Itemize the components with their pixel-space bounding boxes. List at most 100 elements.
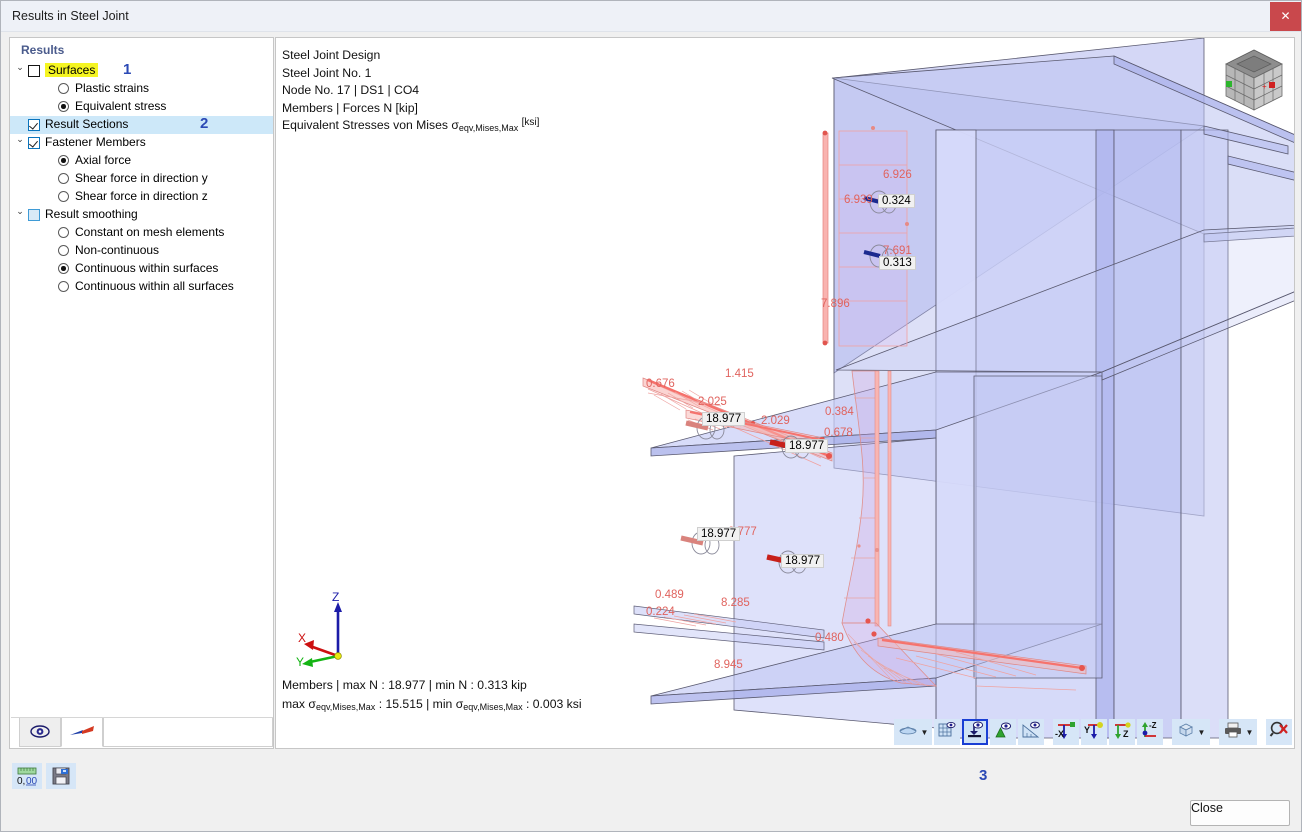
header-line-stress: Equivalent Stresses von Mises σeqv,Mises… (282, 117, 539, 136)
stress-prefix: Equivalent Stresses von Mises (282, 118, 452, 132)
view-cube-icon: + (1225, 49, 1283, 111)
visibility-tab[interactable] (19, 718, 61, 747)
dimension-visibility-button[interactable] (1018, 719, 1044, 745)
chevron-down-icon[interactable]: ⌄ (14, 202, 26, 220)
tree-item-result-sections[interactable]: Result Sections 2 (10, 115, 273, 134)
view-toolbar: ▼ -X Y Z -Z ▼ ▼ (894, 718, 1292, 746)
tree-item-label: Shear force in direction z (75, 189, 208, 203)
steel-joint-3d-model (633, 38, 1294, 739)
axial-force-value-label: 18.977 (781, 554, 825, 568)
results-tree-header: Results (21, 43, 65, 57)
checkbox-fastener-members[interactable] (28, 137, 40, 149)
cube-icon (1177, 721, 1195, 744)
checkbox-result-sections[interactable] (28, 119, 40, 131)
radio-constant-on-mesh-elements[interactable] (58, 227, 69, 238)
svg-text:Y: Y (296, 655, 304, 668)
view-in-x-button[interactable]: -X (1053, 719, 1079, 745)
view-in-minus-z-button[interactable]: -Z (1137, 719, 1163, 745)
chevron-down-icon[interactable]: ▼ (921, 728, 929, 737)
svg-text:Y: Y (1084, 725, 1090, 735)
isometric-view-button[interactable]: ▼ (1172, 719, 1210, 745)
chevron-down-icon[interactable]: ⌄ (14, 130, 26, 148)
checkbox-result-smoothing[interactable] (28, 209, 40, 221)
3d-viewport[interactable]: Steel Joint Design Steel Joint No. 1 Nod… (275, 37, 1295, 749)
units-button[interactable]: 0, 00 (12, 763, 42, 789)
radio-continuous-within-all-surfaces[interactable] (58, 281, 69, 292)
footer-stress-sub-2: eqv,Mises,Max (463, 702, 523, 712)
radio-equivalent-stress[interactable] (58, 101, 69, 112)
mesh-visibility-button[interactable] (934, 719, 960, 745)
left-panel-tab-body (103, 718, 273, 747)
tree-item-shear-force-in-direction-z[interactable]: Shear force in direction z (10, 188, 273, 206)
tree-item-label: Shear force in direction y (75, 171, 208, 185)
support-visibility-button[interactable] (962, 719, 988, 745)
window-title-bar: Results in Steel Joint ✕ (1, 1, 1301, 32)
viewport-footer: Members | max N : 18.977 | min N : 0.313… (282, 676, 582, 715)
tree-item-shear-force-in-direction-y[interactable]: Shear force in direction y (10, 170, 273, 188)
checkbox-surfaces[interactable] (28, 65, 40, 77)
footer-stress-mid: : 15.515 | min (375, 697, 456, 711)
tree-item-label: Equivalent stress (75, 99, 167, 113)
diagram-tab[interactable] (61, 718, 103, 747)
chevron-down-icon[interactable]: ▼ (1246, 728, 1254, 737)
close-icon[interactable]: ✕ (1270, 2, 1301, 31)
left-panel-tab-strip (11, 717, 273, 747)
view-cube[interactable]: + (1220, 44, 1288, 122)
tree-item-label: Non-continuous (75, 243, 160, 257)
radio-axial-force[interactable] (58, 155, 69, 166)
stress-subscript: eqv,Mises,Max (458, 123, 519, 133)
svg-text:X: X (298, 631, 306, 645)
axial-force-value-label: 0.313 (879, 256, 916, 270)
tree-item-axial-force[interactable]: Axial force (10, 152, 273, 170)
ruler-eye-icon (1021, 720, 1041, 745)
annotation-marker-1: 1 (123, 61, 132, 78)
tree-item-continuous-within-surfaces[interactable]: Continuous within surfaces (10, 260, 273, 278)
header-line-0: Steel Joint Design (282, 48, 381, 62)
tree-item-equivalent-stress[interactable]: Equivalent stress (10, 98, 273, 116)
radio-shear-force-in-direction-y[interactable] (58, 173, 69, 184)
tree-item-constant-on-mesh-elements[interactable]: Constant on mesh elements (10, 224, 273, 242)
arrow-icon (70, 726, 94, 735)
chevron-down-icon[interactable]: ⌄ (14, 58, 26, 76)
radio-continuous-within-surfaces[interactable] (58, 263, 69, 274)
print-button[interactable]: ▼ (1219, 719, 1257, 745)
results-in-steel-joint-dialog: Results in Steel Joint ✕ Results ⌄ Surfac… (0, 0, 1302, 832)
svg-text:Z: Z (332, 590, 339, 604)
tree-item-fastener-members[interactable]: ⌄ Fastener Members (10, 134, 273, 152)
radio-plastic-strains[interactable] (58, 83, 69, 94)
footer-stress-prefix: max (282, 697, 309, 711)
page-title: Results in Steel Joint (12, 9, 129, 23)
axis-y-icon: Y (1083, 720, 1105, 745)
tree-item-label: Result Sections (45, 117, 129, 131)
support-eye-icon (965, 720, 985, 745)
chevron-down-icon[interactable]: ▼ (1198, 728, 1206, 737)
tree-item-label: Axial force (75, 153, 132, 167)
tree-item-surfaces[interactable]: ⌄ Surfaces 1 (10, 61, 273, 80)
radio-non-continuous[interactable] (58, 245, 69, 256)
save-view-button[interactable] (46, 763, 76, 789)
view-in-z-button[interactable]: Z (1109, 719, 1135, 745)
tree-item-label: Fastener Members (45, 135, 146, 149)
axis-triad: Z X Y (286, 588, 376, 669)
close-button[interactable]: Close (1190, 800, 1290, 826)
tree-item-label: Continuous within surfaces (75, 261, 219, 275)
tree-item-result-smoothing[interactable]: ⌄ Result smoothing (10, 206, 273, 224)
dialog-footer: 0, 00 Close 3 (1, 753, 1301, 831)
rendering-mode-button[interactable]: ▼ (894, 719, 932, 745)
results-tree-panel: Results ⌄ Surfaces 1 Plastic strains Equival… (9, 37, 274, 749)
stress-symbol: σ (451, 118, 459, 132)
load-visibility-button[interactable] (990, 719, 1016, 745)
axial-force-value-label: 18.977 (785, 439, 829, 453)
tree-item-non-continuous[interactable]: Non-continuous (10, 242, 273, 260)
tree-item-label: Continuous within all surfaces (75, 279, 234, 293)
axial-force-value-label: 18.977 (702, 412, 746, 426)
tree-item-plastic-strains[interactable]: Plastic strains (10, 80, 273, 98)
radio-shear-force-in-direction-z[interactable] (58, 191, 69, 202)
tree-item-continuous-within-all-surfaces[interactable]: Continuous within all surfaces (10, 278, 273, 296)
axis-x-icon: -X (1055, 720, 1077, 745)
zoom-reset-icon (1269, 720, 1289, 745)
footer-stress: max σeqv,Mises,Max : 15.515 | min σeqv,M… (282, 695, 582, 715)
view-in-y-button[interactable]: Y (1081, 719, 1107, 745)
header-line-2: Node No. 17 | DS1 | CO4 (282, 83, 420, 97)
reset-zoom-button[interactable] (1266, 719, 1292, 745)
